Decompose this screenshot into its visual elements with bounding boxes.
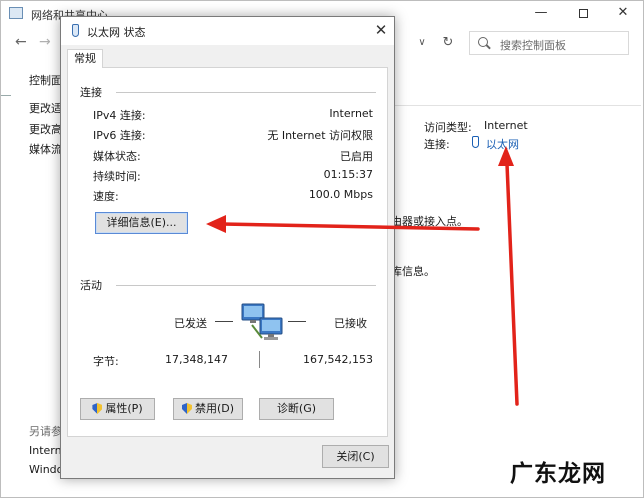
maximize-button[interactable] xyxy=(563,1,603,27)
received-label: 已接收 xyxy=(334,317,367,330)
uac-shield-icon xyxy=(92,403,103,414)
network-center-icon xyxy=(9,7,23,19)
maximize-icon xyxy=(578,9,588,18)
bytes-received-value: 167,542,153 xyxy=(303,353,373,366)
bytes-divider xyxy=(259,351,260,368)
minimize-button[interactable]: — xyxy=(521,1,561,27)
sidebar-item-change-advanced[interactable]: 更改高 xyxy=(29,121,62,137)
access-type-value: Internet xyxy=(484,119,528,132)
address-dropdown-icon[interactable]: ∨ xyxy=(411,32,433,54)
close-button[interactable]: 关闭(C) xyxy=(322,445,389,468)
access-type-label: 访问类型: xyxy=(424,121,472,134)
network-computers-icon xyxy=(241,303,283,340)
group-divider xyxy=(116,285,376,286)
tab-general[interactable]: 常规 xyxy=(67,49,103,68)
back-arrow-icon[interactable]: ← xyxy=(15,34,27,50)
window-close-button[interactable]: ✕ xyxy=(603,1,643,27)
sent-dash xyxy=(215,321,233,322)
ethernet-plug-icon xyxy=(472,136,479,148)
disable-button[interactable]: 禁用(D) xyxy=(173,398,243,420)
duration-label: 持续时间: xyxy=(93,170,141,183)
ethernet-status-dialog: 以太网 状态 ✕ 常规 连接 IPv4 连接: Internet IPv6 连接… xyxy=(60,16,395,479)
watermark-text: 广东龙网 xyxy=(510,460,606,487)
general-panel: 连接 IPv4 连接: Internet IPv6 连接: 无 Internet… xyxy=(67,67,388,437)
speed-label: 速度: xyxy=(93,190,119,203)
ipv4-label: IPv4 连接: xyxy=(93,109,146,122)
properties-button[interactable]: 属性(P) xyxy=(80,398,155,420)
sidebar-item-media-streaming[interactable]: 媒体流 xyxy=(29,141,62,157)
bytes-label: 字节: xyxy=(93,355,119,368)
media-state-label: 媒体状态: xyxy=(93,150,141,163)
sidebar-divider xyxy=(1,95,11,96)
sidebar-item-change-adapter[interactable]: 更改适 xyxy=(29,100,62,116)
sent-label: 已发送 xyxy=(174,317,207,330)
connection-group-title: 连接 xyxy=(80,86,102,99)
content-divider xyxy=(391,105,641,106)
diagnose-button[interactable]: 诊断(G) xyxy=(259,398,334,420)
details-button[interactable]: 详细信息(E)... xyxy=(95,212,188,234)
dialog-close-icon[interactable]: ✕ xyxy=(371,20,391,40)
search-input[interactable]: 搜索控制面板 xyxy=(469,31,629,55)
forward-arrow-icon[interactable]: → xyxy=(39,34,51,50)
media-state-value: 已启用 xyxy=(340,150,373,163)
sidebar-see-also-heading: 另请参 xyxy=(29,425,62,438)
search-placeholder: 搜索控制面板 xyxy=(500,39,566,52)
bytes-sent-value: 17,348,147 xyxy=(165,353,228,366)
sidebar-item-control-panel-home[interactable]: 控制面 xyxy=(29,72,62,88)
disable-button-label: 禁用(D) xyxy=(194,402,235,415)
ethernet-plug-icon xyxy=(72,24,79,37)
connections-label: 连接: xyxy=(424,138,450,151)
group-divider xyxy=(116,92,376,93)
properties-button-label: 属性(P) xyxy=(105,402,143,415)
sidebar-item-windows-firewall[interactable]: Windo xyxy=(29,463,63,476)
search-icon xyxy=(478,37,488,47)
ipv4-value: Internet xyxy=(329,107,373,120)
speed-value: 100.0 Mbps xyxy=(308,188,373,201)
ipv6-label: IPv6 连接: xyxy=(93,129,146,142)
ethernet-connection-link[interactable]: 以太网 xyxy=(486,136,519,152)
duration-value: 01:15:37 xyxy=(323,168,373,181)
dialog-title: 以太网 状态 xyxy=(87,26,146,39)
refresh-icon[interactable]: ↻ xyxy=(437,32,459,54)
activity-group-title: 活动 xyxy=(80,279,102,292)
ipv6-value: 无 Internet 访问权限 xyxy=(267,129,373,142)
troubleshoot-text: 库信息。 xyxy=(391,265,435,278)
setup-connection-text: 由器或接入点。 xyxy=(391,215,468,228)
dialog-titlebar: 以太网 状态 ✕ xyxy=(61,17,394,45)
uac-shield-icon xyxy=(181,403,192,414)
received-dash xyxy=(288,321,306,322)
